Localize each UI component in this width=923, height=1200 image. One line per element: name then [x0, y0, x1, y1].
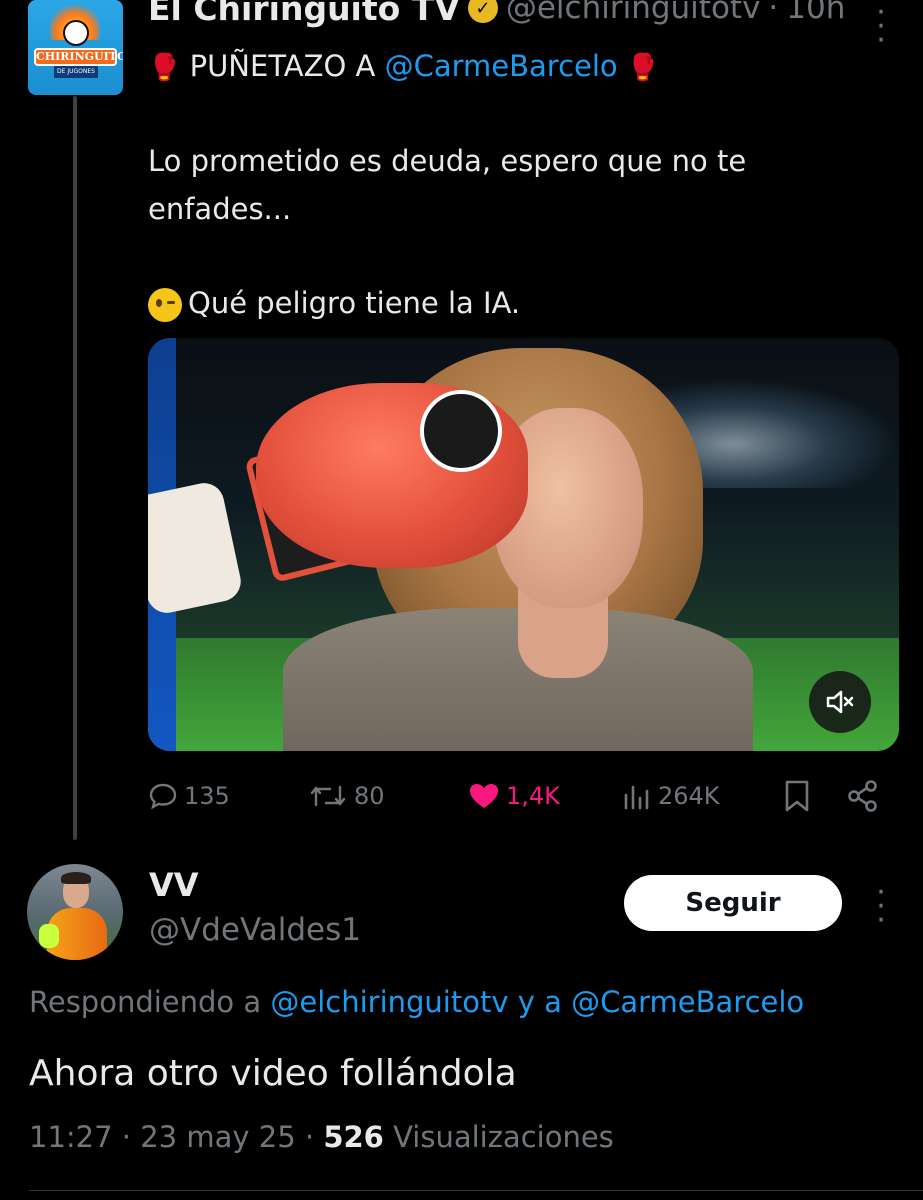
reply-text: Ahora otro video follándola: [29, 1053, 517, 1094]
tweet-time[interactable]: 10h: [786, 0, 845, 26]
replying-join: y a: [508, 985, 572, 1019]
thread-connector-line: [73, 96, 77, 840]
speech-bubble-icon: [149, 783, 177, 810]
share-action[interactable]: [846, 773, 880, 819]
tweet-actions-bar: 135 80 1,4K 264K: [148, 773, 908, 819]
mute-button[interactable]: [809, 671, 871, 733]
bookmark-action[interactable]: [782, 773, 812, 819]
verified-badge-icon: ✓: [467, 0, 498, 23]
tweet-line-4: Qué peligro tiene la IA.: [148, 279, 520, 327]
replying-prefix: Respondiendo a: [29, 985, 271, 1019]
tweet-line-3: enfades...: [148, 192, 292, 226]
more-options-icon[interactable]: · · ·: [866, 0, 896, 56]
reply-action[interactable]: 135: [148, 773, 230, 819]
logo-sub-text: DE JUGONES: [54, 66, 98, 78]
bar-chart-icon: [624, 785, 649, 810]
tweet-header: El Chiringuito TV ✓ @elchiringuitotv · 1…: [148, 0, 845, 30]
share-icon: [848, 780, 877, 812]
replying-mention-link[interactable]: @CarmeBarcelo: [571, 985, 804, 1019]
like-action[interactable]: 1,4K: [468, 773, 560, 819]
reply-views-label: Visualizaciones: [383, 1120, 614, 1154]
retweet-arrows-icon: [310, 785, 346, 807]
author-handle[interactable]: @elchiringuitotv: [506, 0, 761, 26]
replying-to: Respondiendo a @elchiringuitotv y a @Car…: [29, 985, 804, 1019]
tweet-line-4-text: Qué peligro tiene la IA.: [188, 286, 521, 320]
reply-count: 135: [184, 782, 230, 810]
views-action[interactable]: 264K: [622, 773, 720, 819]
tweet-line-1-text: PUÑETAZO A: [189, 49, 385, 83]
reply-meta: 11:27 · 23 may 25 · 526 Visualizaciones: [29, 1120, 614, 1154]
mention-link[interactable]: @CarmeBarcelo: [385, 49, 618, 83]
reply-timestamp[interactable]: 11:27 · 23 may 25 ·: [29, 1120, 323, 1154]
reply-views-count: 526: [323, 1120, 384, 1154]
author-avatar-logo[interactable]: CHIRINGUITO DE JUGONES: [28, 0, 123, 95]
bookmark-icon: [785, 780, 809, 812]
retweet-action[interactable]: 80: [308, 773, 385, 819]
views-count: 264K: [658, 782, 720, 810]
reply-author-name[interactable]: VV: [149, 866, 199, 904]
glove-logo: [420, 390, 502, 472]
tweet-line-2: Lo prometido es deuda, espero que no te: [148, 144, 747, 178]
punching-arm: [148, 479, 245, 617]
reply-author-handle[interactable]: @VdeValdes1: [149, 912, 361, 948]
follow-button[interactable]: Seguir: [624, 875, 842, 931]
winking-face-icon: [148, 288, 182, 322]
logo-banner-text: CHIRINGUITO: [34, 48, 123, 66]
boxing-glove-icon: 🥊: [148, 53, 181, 83]
speaker-muted-icon: [826, 690, 854, 714]
replying-mention-link[interactable]: @elchiringuitotv: [270, 985, 508, 1019]
more-options-icon[interactable]: · · ·: [866, 878, 896, 936]
avatar-hair: [61, 872, 91, 884]
divider: [29, 1190, 923, 1191]
reply-author-avatar[interactable]: [27, 864, 123, 960]
like-count: 1,4K: [506, 782, 560, 810]
author-name[interactable]: El Chiringuito TV: [148, 0, 460, 28]
boxing-glove-icon: 🥊: [626, 53, 660, 83]
avatar-glove: [39, 924, 59, 948]
heart-icon: [470, 784, 498, 808]
tweet-video[interactable]: [148, 338, 899, 751]
tweet-line-1: 🥊 PUÑETAZO A @CarmeBarcelo 🥊: [148, 42, 659, 92]
dot-separator: ·: [768, 0, 779, 26]
retweet-count: 80: [354, 782, 385, 810]
soccer-ball-graphic: [63, 20, 89, 46]
